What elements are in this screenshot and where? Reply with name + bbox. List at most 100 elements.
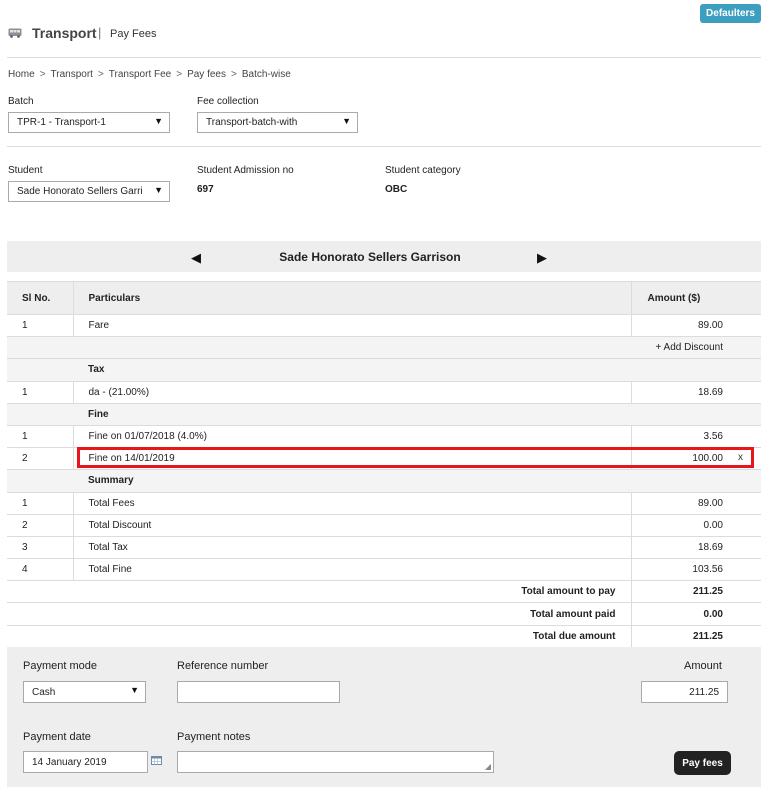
total-row: Total due amount 211.25 (7, 624, 761, 648)
total-amount: 0.00 (631, 602, 761, 626)
breadcrumb-batch-wise: Batch-wise (241, 69, 291, 80)
row-amount: 0.00 (631, 513, 761, 537)
breadcrumb-separator: > (97, 69, 104, 80)
total-amount: 211.25 (631, 580, 761, 603)
batch-label: Batch (8, 96, 34, 107)
fee-collection-select[interactable]: Transport-batch-with ▼ (197, 112, 358, 133)
total-label: Total amount to pay (73, 580, 632, 603)
breadcrumb-transport[interactable]: Transport (51, 69, 93, 80)
table-row: 4 Total Fine 103.56 (7, 558, 761, 581)
discount-row: + Add Discount (7, 336, 761, 359)
table-row: 1 da - (21.00%) 18.69 (7, 380, 761, 404)
row-number: 1 (7, 313, 74, 337)
student-select-value: Sade Honorato Sellers Garri (17, 186, 143, 197)
row-amount: 89.00 (631, 491, 761, 515)
breadcrumb-separator: > (39, 69, 46, 80)
row-number: 4 (7, 558, 74, 581)
total-row: Total amount to pay 211.25 (7, 580, 761, 603)
table-header-row: Sl No. Particulars Amount ($) (7, 281, 761, 315)
section-row-tax: Tax (7, 358, 761, 382)
dropdown-arrow-icon: ▼ (154, 185, 163, 195)
row-particular: Fine on 14/01/2019 (73, 447, 632, 470)
payment-date-input[interactable]: 14 January 2019 (23, 751, 148, 773)
batch-select-value: TPR-1 - Transport-1 (17, 117, 106, 128)
row-number: 2 (7, 513, 74, 537)
section-title-tax: Tax (73, 358, 631, 382)
row-particular: da - (21.00%) (73, 380, 632, 404)
row-particular: Fare (73, 313, 632, 337)
row-amount: 18.69 (631, 535, 761, 559)
fee-collection-select-value: Transport-batch-with (206, 117, 298, 128)
page-subtitle: Pay Fees (110, 28, 157, 40)
row-amount: 89.00 (631, 313, 761, 337)
section-row-fine: Fine (7, 402, 761, 426)
breadcrumb: Home > Transport > Transport Fee > Pay f… (8, 69, 291, 80)
dropdown-arrow-icon: ▼ (154, 116, 163, 126)
table-row: 3 Total Tax 18.69 (7, 535, 761, 559)
amount-label: Amount (684, 660, 722, 672)
prev-arrow-icon[interactable]: ◀ (191, 250, 201, 266)
table-row: 2 Total Discount 0.00 (7, 513, 761, 537)
total-amount: 211.25 (631, 624, 761, 648)
breadcrumb-pay-fees[interactable]: Pay fees (187, 69, 226, 80)
title-separator: | (98, 25, 102, 40)
col-sl-no: Sl No. (7, 281, 74, 315)
amount-input[interactable]: 211.25 (641, 681, 728, 703)
row-particular: Total Fine (73, 558, 632, 581)
reference-number-input[interactable] (177, 681, 340, 703)
student-select[interactable]: Sade Honorato Sellers Garri ▼ (8, 181, 170, 202)
header-divider (7, 57, 761, 58)
breadcrumb-transport-fee[interactable]: Transport Fee (109, 69, 171, 80)
batch-select[interactable]: TPR-1 - Transport-1 ▼ (8, 112, 170, 133)
payment-notes-label: Payment notes (177, 731, 251, 743)
row-amount: 18.69 (631, 380, 761, 404)
row-amount: 103.56 (631, 558, 761, 581)
row-number: 1 (7, 424, 74, 448)
row-number: 3 (7, 535, 74, 559)
next-arrow-icon[interactable]: ▶ (537, 250, 547, 266)
row-number: 1 (7, 491, 74, 515)
col-particulars: Particulars (73, 281, 632, 315)
bus-icon (8, 28, 22, 38)
row-particular: Total Tax (73, 535, 632, 559)
category-label: Student category (385, 165, 461, 176)
pay-fees-button[interactable]: Pay fees (674, 751, 731, 775)
row-particular: Total Discount (73, 513, 632, 537)
total-label: Total amount paid (73, 602, 632, 626)
row-number: 2 (7, 447, 74, 470)
reference-number-label: Reference number (177, 660, 269, 672)
payment-mode-value: Cash (32, 686, 56, 698)
remove-fine-button[interactable]: x (738, 452, 743, 463)
dropdown-arrow-icon: ▼ (130, 685, 139, 695)
add-discount-link[interactable]: + Add Discount (631, 336, 761, 359)
dropdown-arrow-icon: ▼ (342, 116, 351, 126)
section-title-fine: Fine (73, 402, 631, 426)
total-row: Total amount paid 0.00 (7, 602, 761, 626)
filter-divider (7, 146, 761, 147)
defaulters-button[interactable]: Defaulters (700, 4, 761, 23)
total-label: Total due amount (73, 624, 632, 648)
payment-mode-select[interactable]: Cash ▼ (23, 681, 146, 703)
fees-table: Sl No. Particulars Amount ($) 1 Fare 89.… (7, 281, 761, 648)
breadcrumb-home[interactable]: Home (8, 69, 35, 80)
fee-collection-label: Fee collection (197, 96, 259, 107)
student-label: Student (8, 165, 43, 176)
table-row: 1 Fine on 01/07/2018 (4.0%) 3.56 (7, 424, 761, 448)
admission-value: 697 (197, 184, 214, 195)
student-name: Sade Honorato Sellers Garrison (279, 250, 461, 264)
row-particular: Total Fees (73, 491, 632, 515)
page-title: Transport (32, 25, 97, 41)
row-particular: Fine on 01/07/2018 (4.0%) (73, 424, 632, 448)
breadcrumb-separator: > (231, 69, 237, 80)
table-row: 1 Fare 89.00 (7, 313, 761, 337)
row-amount: 3.56 (631, 424, 761, 448)
category-value: OBC (385, 184, 408, 195)
section-title-summary: Summary (73, 469, 631, 492)
payment-date-label: Payment date (23, 731, 91, 743)
row-number: 1 (7, 380, 74, 404)
calendar-icon[interactable] (151, 755, 162, 765)
payment-notes-textarea[interactable]: ◢ (177, 751, 494, 773)
admission-label: Student Admission no (197, 165, 294, 176)
resize-handle-icon[interactable]: ◢ (485, 762, 491, 771)
col-amount: Amount ($) (631, 281, 761, 315)
